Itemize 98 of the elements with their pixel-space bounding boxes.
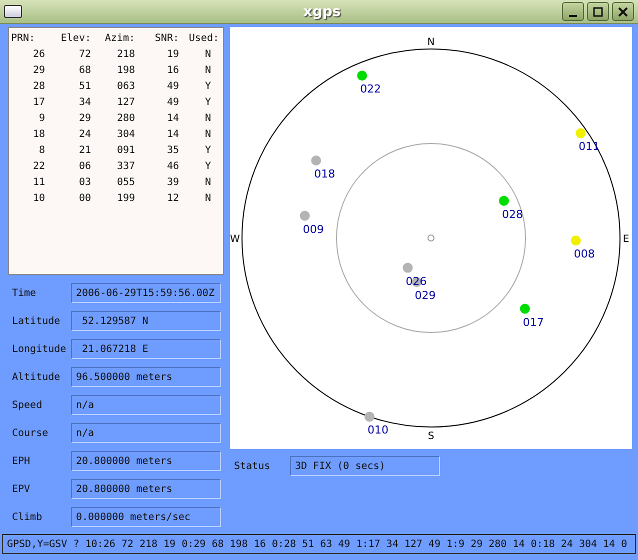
window-title: xgps <box>302 4 341 20</box>
field-label: Altitude <box>11 372 62 382</box>
close-icon <box>618 6 628 16</box>
table-cell-text: 21 <box>78 144 91 156</box>
table-cell-text: 055 <box>116 176 135 188</box>
status-label: Status <box>233 460 272 472</box>
table-cell-text: 51 <box>78 80 91 92</box>
table-cell-text: 14 <box>166 128 179 140</box>
compass-letter: S <box>428 431 434 442</box>
table-cell-text: N <box>204 48 212 60</box>
status-value: 3D FIX (0 secs) <box>290 456 440 476</box>
satellite-label: 026 <box>406 274 427 288</box>
field-label: Time <box>11 288 38 298</box>
table-cell-text: 14 <box>166 112 179 124</box>
table-cell-text: 19 <box>166 48 179 60</box>
compass-letter: N <box>427 37 435 48</box>
table-cell-text: 72 <box>78 48 91 60</box>
table-cell-text: 091 <box>116 144 135 156</box>
field-value: 0.000000 meters/sec <box>71 507 221 527</box>
table-cell-text: N <box>204 128 212 140</box>
table-cell-text: Y <box>204 80 212 92</box>
field-label: EPV <box>11 484 32 494</box>
field-label: Course <box>11 428 50 438</box>
table-cell-text: 063 <box>116 80 135 92</box>
table-cell-text: 337 <box>116 160 135 172</box>
status-bar: GPSD,Y=GSV ? 10:26 72 218 19 0:29 68 198 16 0:28 51 63 49 1:17 34 127 49 1:9 29 280 14 0:18 24 304 14 0 <box>2 534 636 554</box>
field-value: n/a <box>71 395 221 415</box>
compass-letter: W <box>230 234 240 245</box>
table-cell-text: 280 <box>116 112 135 124</box>
table-cell-text: 8 <box>38 144 45 156</box>
table-cell-text: Y <box>204 144 212 156</box>
field-label: Climb <box>11 512 44 522</box>
satellite-label: 028 <box>502 208 523 221</box>
table-cell-text: 9 <box>38 112 45 124</box>
table-cell-text: 12 <box>166 192 179 204</box>
table-cell-text: 39 <box>166 176 179 188</box>
table-cell-text: 218 <box>116 48 135 60</box>
column-header: Azim: <box>104 32 135 44</box>
table-cell-text: 22 <box>32 160 45 172</box>
satellite-label: 008 <box>574 248 595 261</box>
table-cell-text: 10 <box>32 192 45 204</box>
table-cell-text: 03 <box>78 176 91 188</box>
field-value: n/a <box>71 423 221 443</box>
table-cell-text: 35 <box>166 144 179 156</box>
field-value: 96.500000 meters <box>71 367 221 387</box>
satellite-label: 029 <box>414 288 436 302</box>
table-cell-text: 29 <box>78 112 91 124</box>
table-cell-text: 06 <box>78 160 91 172</box>
table-cell-text: 11 <box>32 176 45 188</box>
table-cell-text: N <box>204 176 212 188</box>
table-cell-text: 49 <box>166 80 179 92</box>
satellite-label: 010 <box>367 424 388 437</box>
table-cell-text: 46 <box>166 160 179 172</box>
satellite-label: 017 <box>522 316 544 329</box>
field-label: Longitude <box>11 344 68 354</box>
table-cell-text: N <box>204 112 212 124</box>
column-header: SNR: <box>154 32 179 44</box>
field-value: 20.800000 meters <box>71 479 221 499</box>
table-cell-text: N <box>204 64 212 76</box>
table-cell-text: 28 <box>32 80 45 92</box>
table-cell-text: 49 <box>166 96 179 108</box>
table-cell-text: 18 <box>32 128 45 140</box>
column-header: PRN: <box>11 32 36 44</box>
table-cell-text: 24 <box>78 128 91 140</box>
field-value: 21.067218 E <box>71 339 221 359</box>
table-cell-text: 00 <box>78 192 91 204</box>
zenith-marker <box>428 234 434 242</box>
field-label: EPH <box>11 456 32 466</box>
satellite-label: 022 <box>360 82 382 96</box>
table-cell-text: 29 <box>32 64 45 76</box>
column-header: Used: <box>188 32 219 44</box>
minimize-icon <box>569 14 577 16</box>
table-cell-text: 199 <box>116 192 135 204</box>
table-cell-text: 26 <box>32 48 45 60</box>
table-cell-text: 304 <box>116 128 135 140</box>
table-cell-text: Y <box>204 160 212 172</box>
column-header: Elev: <box>60 32 91 44</box>
table-cell-text: 198 <box>116 64 135 76</box>
satellite-label: 018 <box>314 168 336 180</box>
table-cell-text: Y <box>204 96 212 108</box>
table-cell-text: N <box>204 192 212 204</box>
minimize-button[interactable] <box>562 2 584 21</box>
field-label: Speed <box>11 400 44 410</box>
window-menu-icon[interactable] <box>4 5 22 18</box>
table-cell-text: 68 <box>78 64 91 76</box>
table-cell-text: 17 <box>32 96 45 108</box>
table-cell-text: 34 <box>78 96 91 108</box>
field-value: 2006-06-29T15:59:56.00Z <box>71 283 221 303</box>
field-value: 52.129587 N <box>71 311 221 331</box>
field-value: 20.800000 meters <box>71 451 221 471</box>
close-button[interactable] <box>612 2 634 21</box>
maximize-icon <box>593 6 603 16</box>
satellite-label: 009 <box>302 222 324 236</box>
field-label: Latitude <box>11 316 62 326</box>
table-cell-text: 16 <box>166 64 179 76</box>
maximize-button[interactable] <box>587 2 609 21</box>
table-cell-text: 127 <box>116 96 135 108</box>
compass-letter: E <box>622 234 630 245</box>
